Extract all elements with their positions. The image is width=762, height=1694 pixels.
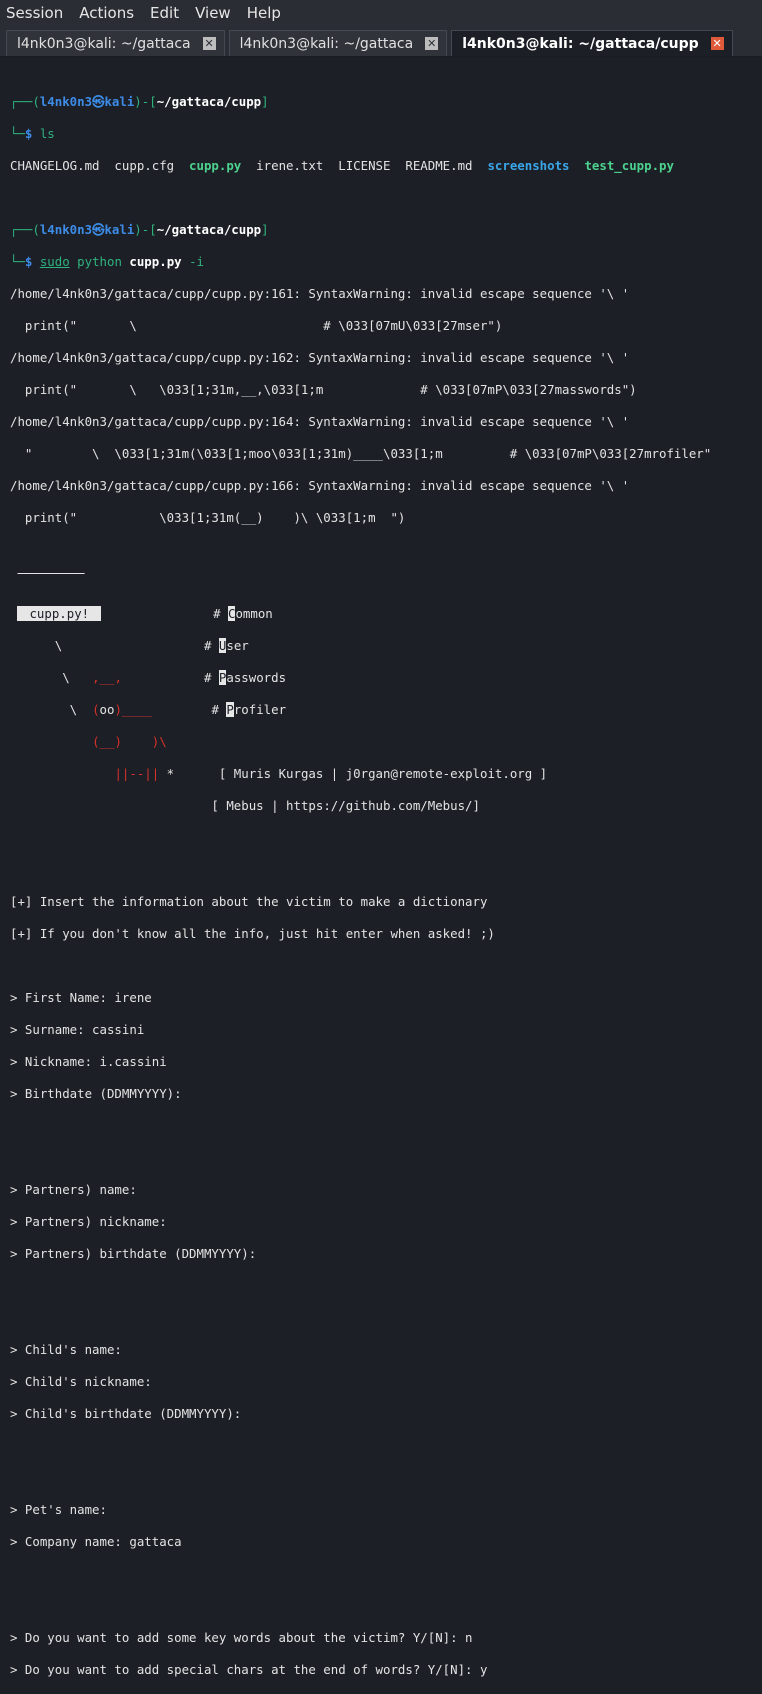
form-line: > Child's birthdate (DDMMYYYY): (10, 1406, 762, 1422)
info-line: [+] If you don't know all the info, just… (10, 926, 762, 942)
form-line: > Do you want to add special chars at th… (10, 1662, 762, 1678)
command-line-1: └─$ ls (10, 126, 762, 142)
form-line: > Partners) birthdate (DDMMYYYY): (10, 1246, 762, 1262)
close-icon[interactable]: ✕ (203, 37, 216, 50)
menu-session[interactable]: Session (6, 4, 63, 22)
art-line-5: \ (oo)____ # Profiler (10, 702, 762, 718)
close-icon[interactable]: ✕ (425, 37, 438, 50)
form-line: > First Name: irene (10, 990, 762, 1006)
warning-line: print(" \ \033[1;31m,__,\033[1;m # \033[… (10, 382, 762, 398)
credit-line: [ Mebus | https://github.com/Mebus/] (10, 798, 762, 814)
warning-line: print(" \ # \033[07mU\033[27mser") (10, 318, 762, 334)
art-line-6: (__) )\ (10, 734, 762, 750)
art-line-4: \ ,__, # Passwords (10, 670, 762, 686)
art-banner-line: cupp.py! # Common (10, 606, 762, 622)
warning-line: print(" \033[1;31m(__) )\ \033[1;m ") (10, 510, 762, 526)
banner-label: cupp.py! (17, 606, 101, 621)
form-line: > Child's nickname: (10, 1374, 762, 1390)
tab-2[interactable]: l4nk0n3@kali: ~/gattaca ✕ (229, 30, 448, 56)
warning-line: " \ \033[1;31m(\033[1;moo\033[1;31m)____… (10, 446, 762, 462)
terminal-output[interactable]: ┌──(l4nk0n3㉿kali)-[~/gattaca/cupp] └─$ l… (10, 78, 762, 877)
form-line: > Pet's name: (10, 1502, 762, 1518)
art-line-1 (10, 574, 762, 590)
ls-output: CHANGELOG.md cupp.cfg cupp.py irene.txt … (10, 158, 762, 174)
form-line: > Partners) nickname: (10, 1214, 762, 1230)
command-line-2: └─$ sudo python cupp.py -i (10, 254, 762, 270)
warning-line: /home/l4nk0n3/gattaca/cupp/cupp.py:166: … (10, 478, 762, 494)
form-line: > Nickname: i.cassini (10, 1054, 762, 1070)
tab-bar: l4nk0n3@kali: ~/gattaca ✕ l4nk0n3@kali: … (0, 26, 762, 57)
form-line: > Birthdate (DDMMYYYY): (10, 1086, 762, 1102)
form-line: > Partners) name: (10, 1182, 762, 1198)
form-line: > Do you want to add some key words abou… (10, 1630, 762, 1646)
tab-label: l4nk0n3@kali: ~/gattaca (17, 36, 191, 52)
prompt-line-2: ┌──(l4nk0n3㉿kali)-[~/gattaca/cupp] (10, 222, 762, 238)
menu-help[interactable]: Help (247, 4, 281, 22)
warning-line: /home/l4nk0n3/gattaca/cupp/cupp.py:164: … (10, 414, 762, 430)
menu-view[interactable]: View (195, 4, 231, 22)
close-icon[interactable]: ✕ (711, 37, 724, 50)
menu-bar: Session Actions Edit View Help (0, 0, 762, 26)
form-line: > Company name: gattaca (10, 1534, 762, 1550)
menu-edit[interactable]: Edit (150, 4, 179, 22)
prompt-line-1: ┌──(l4nk0n3㉿kali)-[~/gattaca/cupp] (10, 94, 762, 110)
warning-line: /home/l4nk0n3/gattaca/cupp/cupp.py:161: … (10, 286, 762, 302)
info-line: [+] Insert the information about the vic… (10, 894, 762, 910)
art-line-3: \ # User (10, 638, 762, 654)
warning-line: /home/l4nk0n3/gattaca/cupp/cupp.py:162: … (10, 350, 762, 366)
form-line: > Child's name: (10, 1342, 762, 1358)
menu-actions[interactable]: Actions (79, 4, 134, 22)
art-line-7: ||--|| * [ Muris Kurgas | j0rgan@remote-… (10, 766, 762, 782)
tab-label: l4nk0n3@kali: ~/gattaca (240, 36, 414, 52)
tab-3-active[interactable]: l4nk0n3@kali: ~/gattaca/cupp ✕ (451, 30, 732, 56)
form-line: > Surname: cassini (10, 1022, 762, 1038)
tab-1[interactable]: l4nk0n3@kali: ~/gattaca ✕ (6, 30, 225, 56)
tab-label: l4nk0n3@kali: ~/gattaca/cupp (462, 36, 698, 52)
